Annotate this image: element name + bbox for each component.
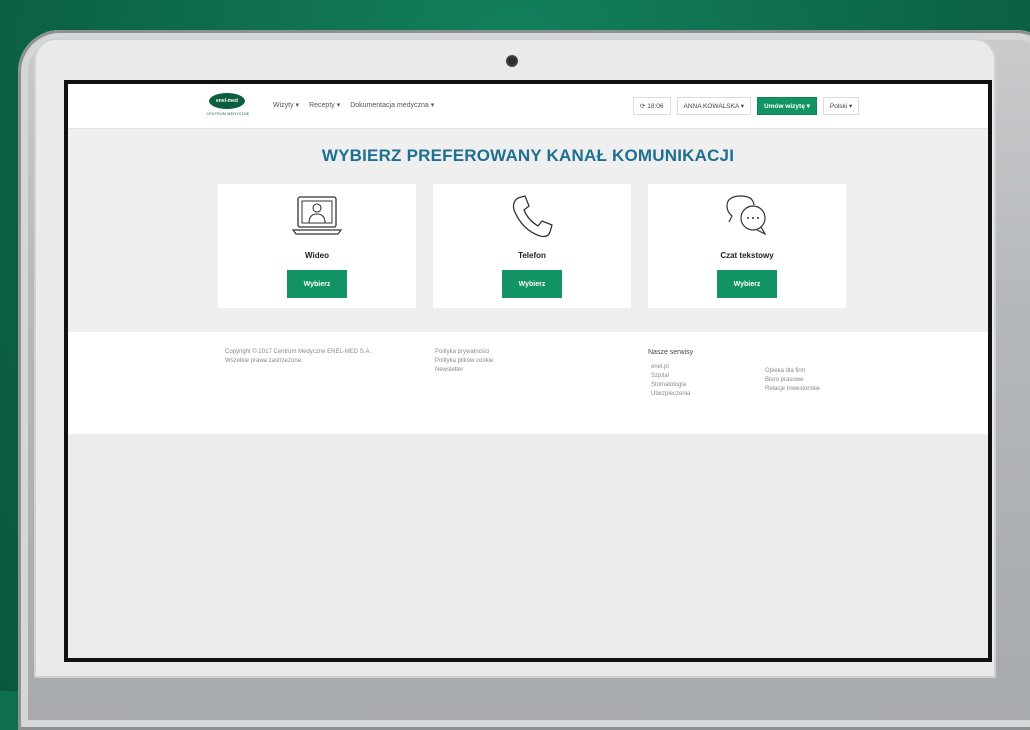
service-link[interactable]: Szpital xyxy=(651,372,693,381)
footer-services-2: Opieka dla firm Biuro prasowe Relacje In… xyxy=(765,367,820,394)
footer: Copyright © 2017 Centrum Medyczne ENEL-M… xyxy=(68,332,988,434)
logo-subtitle: CENTRUM MEDYCZNE xyxy=(206,112,250,116)
footer-copyright: Copyright © 2017 Centrum Medyczne ENEL-M… xyxy=(225,348,371,366)
nav-dokumentacja[interactable]: Dokumentacja medyczna ▾ xyxy=(350,101,434,109)
footer-links: Polityka prywatności Polityka plików coo… xyxy=(435,348,493,375)
newsletter-link[interactable]: Newsletter xyxy=(435,366,493,375)
service-link[interactable]: enel.pl xyxy=(651,363,693,372)
page-title: WYBIERZ PREFEROWANY KANAŁ KOMUNIKACJI xyxy=(321,146,735,165)
browser-screen: enel-med CENTRUM MEDYCZNE Wizyty ▾ Recep… xyxy=(68,84,988,658)
choose-phone-button[interactable]: Wybierz xyxy=(502,270,562,298)
service-link[interactable]: Relacje Inwestorskie xyxy=(765,385,820,394)
service-link[interactable]: Biuro prasowe xyxy=(765,376,820,385)
logo-mark: enel-med xyxy=(209,93,245,109)
cookie-policy-link[interactable]: Polityka plików cookie xyxy=(435,357,493,366)
phone-icon xyxy=(433,192,631,244)
empty-page-area xyxy=(68,434,988,658)
channel-card-chat: Czat tekstowy Wybierz xyxy=(648,184,846,308)
card-label-chat: Czat tekstowy xyxy=(720,251,774,260)
footer-services: Nasze serwisy enel.pl Szpital Stomatolog… xyxy=(648,348,693,399)
user-menu[interactable]: ANNA KOWALSKA ▾ xyxy=(676,97,751,115)
enel-med-logo[interactable]: enel-med CENTRUM MEDYCZNE xyxy=(202,93,254,121)
card-label-phone: Telefon xyxy=(518,251,546,260)
language-select[interactable]: Polski ▾ xyxy=(822,97,860,115)
service-link[interactable]: Opieka dla firm xyxy=(765,367,820,376)
card-label-video: Wideo xyxy=(305,251,329,260)
rights-line: Wszelkie prawa zastrzeżone. xyxy=(225,358,303,364)
header-actions: ⟳ 18:06 ANNA KOWALSKA ▾ Umów wizytę ▾ Po… xyxy=(633,97,860,115)
channel-card-phone: Telefon Wybierz xyxy=(433,184,631,308)
services-heading: Nasze serwisy xyxy=(648,349,694,356)
webcam-icon xyxy=(508,57,516,65)
choose-chat-button[interactable]: Wybierz xyxy=(717,270,777,298)
nav-recepty[interactable]: Recepty ▾ xyxy=(309,101,340,109)
choose-video-button[interactable]: Wybierz xyxy=(287,270,347,298)
channel-card-video: Wideo Wybierz xyxy=(218,184,416,308)
service-link[interactable]: Ubezpieczenia xyxy=(651,390,693,399)
video-icon xyxy=(218,192,416,244)
top-navbar: enel-med CENTRUM MEDYCZNE Wizyty ▾ Recep… xyxy=(68,84,988,129)
chat-icon xyxy=(648,192,846,244)
copyright-line: Copyright © 2017 Centrum Medyczne ENEL-M… xyxy=(225,349,372,355)
main-nav: Wizyty ▾ Recepty ▾ Dokumentacja medyczna… xyxy=(273,101,434,109)
book-visit-button[interactable]: Umów wizytę ▾ xyxy=(757,97,817,115)
nav-wizyty[interactable]: Wizyty ▾ xyxy=(273,101,299,109)
session-timer: ⟳ 18:06 xyxy=(633,97,671,115)
service-link[interactable]: Stomatologia xyxy=(651,381,693,390)
privacy-link[interactable]: Polityka prywatności xyxy=(435,348,493,357)
